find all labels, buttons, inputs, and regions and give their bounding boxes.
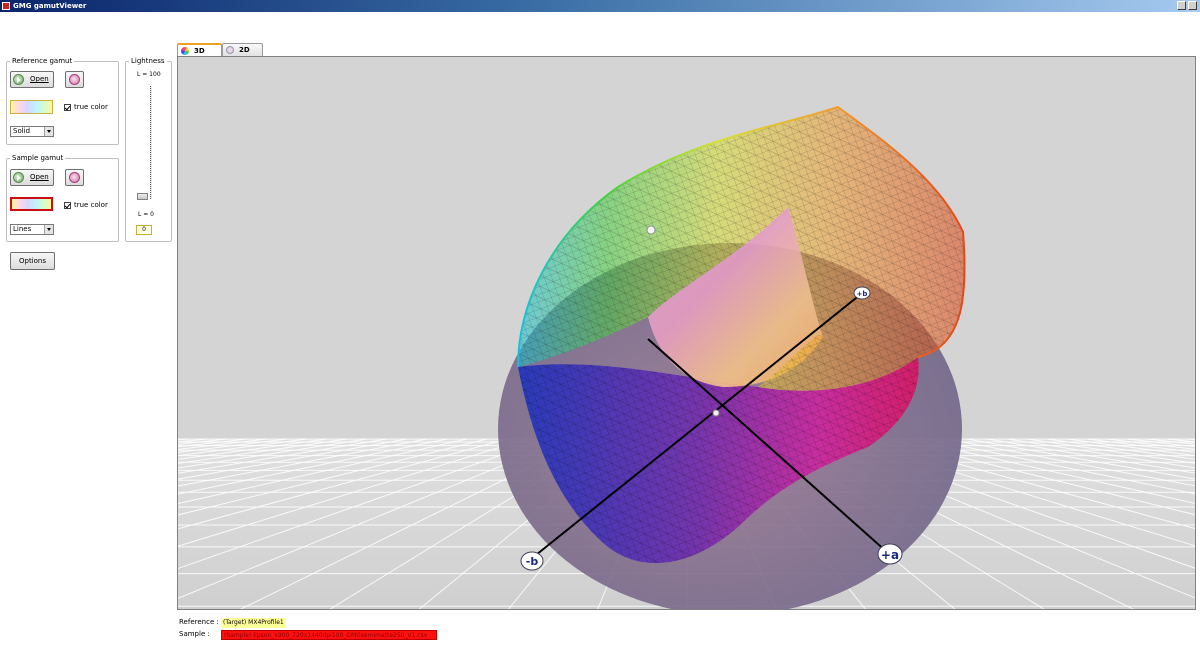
origin-marker bbox=[712, 409, 720, 417]
sample-color-swatch[interactable] bbox=[10, 197, 53, 211]
sample-open-label: Open bbox=[30, 173, 49, 181]
sample-render-mode-select[interactable]: Lines bbox=[10, 224, 54, 235]
sample-render-mode-value: Lines bbox=[13, 225, 32, 233]
lightness-title: Lightness bbox=[129, 57, 167, 66]
reference-color-swatch[interactable] bbox=[10, 100, 53, 114]
tab-3d[interactable]: 3D bbox=[177, 43, 222, 57]
sample-status-label: Sample : bbox=[179, 630, 210, 638]
reference-color-button[interactable] bbox=[65, 71, 84, 88]
l-axis-top-marker bbox=[646, 225, 656, 235]
window-title: GMG gamutViewer bbox=[13, 2, 87, 10]
gamut-3d-viewport[interactable]: -b +a +b bbox=[177, 56, 1196, 610]
svg-text:+b: +b bbox=[857, 290, 868, 298]
lightness-slider-track[interactable] bbox=[150, 86, 152, 199]
sample-open-button[interactable]: Open bbox=[10, 169, 54, 186]
axis-label-plus-a: +a bbox=[877, 543, 903, 565]
maximize-button[interactable] bbox=[1177, 1, 1186, 10]
reference-render-mode-value: Solid bbox=[13, 127, 31, 135]
sample-status-value: (Sample) Epson_x900_720x1440dpi100_GMGse… bbox=[221, 630, 437, 640]
close-button[interactable] bbox=[1188, 1, 1197, 10]
reference-status-label: Reference : bbox=[179, 618, 219, 626]
title-bar: GMG gamutViewer bbox=[0, 0, 1200, 12]
reference-gamut-title: Reference gamut bbox=[10, 57, 75, 66]
color-palette-icon bbox=[69, 172, 80, 183]
axis-label-plus-b: +b bbox=[853, 286, 871, 300]
reference-true-color-checkbox[interactable]: true color bbox=[64, 103, 108, 112]
sphere-color-icon bbox=[181, 47, 189, 55]
reference-open-label: Open bbox=[30, 75, 49, 83]
tab-2d-label: 2D bbox=[239, 46, 250, 54]
lightness-max-label: L = 100 bbox=[137, 71, 161, 78]
reference-open-button[interactable]: Open bbox=[10, 71, 54, 88]
options-button[interactable]: Options bbox=[10, 252, 55, 270]
svg-text:+a: +a bbox=[881, 548, 899, 562]
reference-true-color-label: true color bbox=[74, 103, 108, 111]
checkbox-checked-icon[interactable] bbox=[64, 201, 71, 209]
tab-2d[interactable]: 2D bbox=[222, 43, 263, 56]
checkbox-checked-icon[interactable] bbox=[64, 103, 71, 111]
open-arrow-icon bbox=[13, 74, 24, 85]
color-palette-icon bbox=[69, 74, 80, 85]
axis-label-minus-b: -b bbox=[520, 551, 544, 571]
open-arrow-icon bbox=[13, 172, 24, 183]
reference-render-mode-select[interactable]: Solid bbox=[10, 126, 54, 137]
lightness-value-input[interactable]: 0 bbox=[136, 225, 152, 235]
reference-status-value: (Target) MX4Profile1 bbox=[221, 618, 286, 628]
gamut-3d-scene[interactable]: -b +a +b bbox=[178, 57, 1196, 610]
sample-color-button[interactable] bbox=[65, 169, 84, 186]
lightness-min-label: L = 0 bbox=[138, 211, 155, 218]
sample-true-color-checkbox[interactable]: true color bbox=[64, 201, 108, 210]
app-icon bbox=[2, 2, 10, 10]
disc-color-icon bbox=[226, 46, 234, 54]
sample-gamut-title: Sample gamut bbox=[10, 154, 66, 163]
chevron-down-icon[interactable] bbox=[44, 225, 53, 234]
chevron-down-icon[interactable] bbox=[44, 127, 53, 136]
sample-true-color-label: true color bbox=[74, 201, 108, 209]
svg-text:-b: -b bbox=[526, 555, 539, 568]
lightness-slider-thumb[interactable] bbox=[137, 193, 148, 200]
